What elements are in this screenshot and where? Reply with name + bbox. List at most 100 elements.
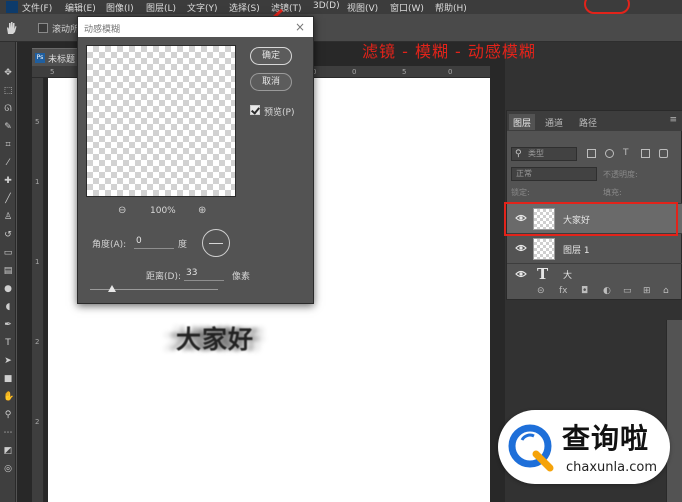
dialog-title: 动感模糊 bbox=[84, 25, 121, 35]
blur-tool-icon[interactable]: ● bbox=[3, 284, 13, 294]
panel-menu-icon[interactable]: ≡ bbox=[669, 115, 677, 125]
watermark: 查询啦 chaxunla.com bbox=[498, 410, 670, 484]
fill-label: 填充: bbox=[603, 188, 622, 197]
close-icon[interactable]: × bbox=[295, 20, 305, 34]
angle-label: 角度(A): bbox=[92, 240, 127, 250]
ruler-tick: 5 bbox=[402, 68, 407, 76]
ok-button[interactable]: 确定 bbox=[250, 47, 292, 65]
text-layer-icon: T bbox=[537, 265, 549, 283]
eraser-tool-icon[interactable]: ▭ bbox=[3, 248, 13, 258]
opacity-label: 不透明度: bbox=[603, 170, 638, 179]
brush-tool-icon[interactable]: ╱ bbox=[3, 194, 13, 204]
ruler-tick: 0 bbox=[352, 68, 357, 76]
distance-slider-thumb[interactable] bbox=[108, 285, 116, 292]
filter-adjustment-icon[interactable] bbox=[605, 149, 614, 158]
menu-window[interactable]: 窗口(W) bbox=[390, 1, 424, 14]
blend-mode-select[interactable]: 正常 bbox=[511, 167, 597, 181]
preview-checkbox[interactable] bbox=[250, 105, 260, 115]
dodge-tool-icon[interactable]: ◖ bbox=[3, 302, 13, 312]
menu-type[interactable]: 文字(Y) bbox=[187, 1, 218, 14]
vertical-ruler: 5 1 1 2 2 bbox=[32, 78, 44, 502]
dialog-titlebar[interactable]: 动感模糊 × bbox=[78, 17, 313, 37]
menu-bar: 文件(F) 编辑(E) 图像(I) 图层(L) 文字(Y) 选择(S) 滤镜(T… bbox=[0, 0, 682, 14]
zoom-out-icon[interactable]: ⊖ bbox=[118, 205, 126, 216]
new-group-icon[interactable]: ▭ bbox=[623, 286, 632, 296]
clone-stamp-tool-icon[interactable]: ♙ bbox=[3, 212, 13, 222]
filter-shape-icon[interactable] bbox=[641, 149, 650, 158]
zoom-level: 100% bbox=[150, 206, 176, 216]
ruler-tick: 2 bbox=[35, 338, 40, 346]
angle-dial[interactable] bbox=[202, 229, 230, 257]
adjustment-layer-icon[interactable]: ◐ bbox=[603, 286, 611, 296]
cancel-button[interactable]: 取消 bbox=[250, 73, 292, 91]
more-tools-icon[interactable]: ⋯ bbox=[3, 428, 13, 438]
angle-unit: 度 bbox=[178, 240, 188, 250]
layer-filter-type: 类型 bbox=[528, 149, 544, 158]
filter-pixel-icon[interactable] bbox=[587, 149, 596, 158]
ruler-tick: 5 bbox=[35, 118, 40, 126]
annotation-highlight-box bbox=[504, 202, 678, 236]
menu-view[interactable]: 视图(V) bbox=[347, 1, 378, 14]
delete-layer-icon[interactable]: ⌂ bbox=[663, 286, 669, 296]
menu-help[interactable]: 帮助(H) bbox=[435, 1, 467, 14]
tab-channels[interactable]: 通道 bbox=[541, 114, 567, 130]
distance-input[interactable]: 33 bbox=[184, 268, 224, 281]
zoom-in-icon[interactable]: ⊕ bbox=[198, 205, 206, 216]
hand-tool-icon[interactable] bbox=[4, 21, 18, 35]
path-select-tool-icon[interactable]: ➤ bbox=[3, 356, 13, 366]
menu-image[interactable]: 图像(I) bbox=[106, 1, 134, 14]
filter-type-icon[interactable]: T bbox=[623, 149, 632, 158]
ruler-tick: 1 bbox=[35, 178, 40, 186]
marquee-tool-icon[interactable]: ⬚ bbox=[3, 86, 13, 96]
search-icon: ⚲ bbox=[515, 149, 522, 159]
preview-label: 预览(P) bbox=[264, 108, 295, 118]
tab-paths[interactable]: 路径 bbox=[575, 114, 601, 130]
layer-filter-field[interactable]: ⚲ 类型 bbox=[511, 147, 577, 161]
ps-file-icon: Ps bbox=[35, 53, 45, 63]
new-layer-icon[interactable]: ⊞ bbox=[643, 286, 651, 296]
layer-style-icon[interactable]: fx bbox=[559, 286, 568, 296]
angle-input[interactable]: 0 bbox=[134, 236, 174, 249]
hand-icon[interactable]: ✋ bbox=[3, 392, 14, 402]
document-tab-title: 未标题 bbox=[48, 55, 76, 65]
eye-icon[interactable] bbox=[515, 269, 527, 279]
menu-layer[interactable]: 图层(L) bbox=[146, 1, 176, 14]
canvas-text-layer: 大家好 bbox=[176, 325, 255, 354]
ruler-tick: 0 bbox=[448, 68, 453, 76]
filter-preview[interactable] bbox=[86, 45, 236, 197]
filter-smart-object-icon[interactable] bbox=[659, 149, 668, 158]
quick-mask-icon[interactable]: ◎ bbox=[3, 464, 13, 474]
scroll-all-windows-label: 滚动所 bbox=[52, 25, 80, 35]
crop-tool-icon[interactable]: ⌗ bbox=[3, 140, 13, 150]
zoom-tool-icon[interactable]: ⚲ bbox=[3, 410, 13, 420]
link-layers-icon[interactable]: ⊝ bbox=[537, 286, 545, 296]
color-swatches-icon[interactable]: ◩ bbox=[3, 446, 13, 456]
lasso-tool-icon[interactable]: ᘏ bbox=[3, 104, 13, 114]
quick-select-tool-icon[interactable]: ✎ bbox=[3, 122, 13, 132]
layers-panel-tabs: 图层 通道 路径 ≡ bbox=[507, 111, 682, 131]
eyedropper-tool-icon[interactable]: ⁄ bbox=[3, 158, 13, 168]
type-tool-icon[interactable]: T bbox=[3, 338, 13, 348]
ruler-tick: 1 bbox=[35, 258, 40, 266]
menu-file[interactable]: 文件(F) bbox=[22, 1, 52, 14]
shape-tool-icon[interactable]: ■ bbox=[3, 374, 13, 384]
menu-3d[interactable]: 3D(D) bbox=[313, 1, 340, 11]
photoshop-logo-icon bbox=[6, 1, 18, 13]
distance-unit: 像素 bbox=[232, 272, 251, 282]
chaxunla-logo-icon bbox=[508, 424, 554, 472]
add-mask-icon[interactable]: ◘ bbox=[581, 286, 588, 296]
pen-tool-icon[interactable]: ✒ bbox=[3, 320, 13, 330]
menu-edit[interactable]: 编辑(E) bbox=[65, 1, 96, 14]
scroll-all-windows-checkbox[interactable] bbox=[38, 23, 48, 33]
layer-row[interactable]: 图层 1 bbox=[507, 233, 682, 263]
layer-row[interactable]: T 大 bbox=[507, 263, 682, 283]
gradient-tool-icon[interactable]: ▤ bbox=[3, 266, 13, 276]
layer-name: 图层 1 bbox=[563, 246, 590, 256]
annotation-circle bbox=[584, 0, 630, 14]
ruler-tick: 2 bbox=[35, 418, 40, 426]
move-tool-icon[interactable]: ✥ bbox=[3, 68, 13, 78]
healing-brush-tool-icon[interactable]: ✚ bbox=[3, 176, 13, 186]
eye-icon[interactable] bbox=[515, 243, 527, 253]
history-brush-tool-icon[interactable]: ↺ bbox=[3, 230, 13, 240]
tab-layers[interactable]: 图层 bbox=[509, 114, 536, 130]
